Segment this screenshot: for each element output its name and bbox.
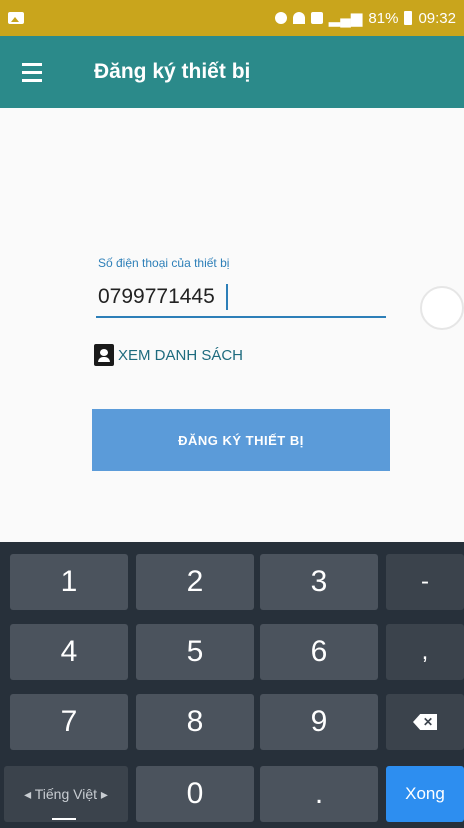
key-comma[interactable]: , [386, 624, 464, 680]
battery-percent: 81% [368, 9, 399, 27]
battery-icon [404, 11, 413, 25]
data-icon [310, 12, 323, 24]
view-contacts-label: XEM DANH SÁCH [118, 346, 244, 364]
status-bar: ▂▄▆ 81% 09:32 [0, 0, 464, 36]
text-cursor [226, 284, 228, 310]
register-device-button[interactable]: ĐĂNG KÝ THIẾT BỊ [92, 409, 390, 471]
clock: 09:32 [418, 9, 456, 27]
done-key[interactable]: Xong [386, 766, 464, 822]
menu-icon[interactable] [0, 36, 64, 108]
backspace-key[interactable]: ✕ [386, 694, 464, 750]
language-indicator [52, 818, 76, 820]
key-minus[interactable]: - [386, 554, 464, 610]
floating-circle-button[interactable] [420, 286, 464, 330]
wifi-icon [292, 12, 305, 24]
numeric-keyboard: 1 2 3 - 4 5 6 , 7 8 9 ✕ ◂ Tiếng Việt ▸ 0… [0, 542, 464, 828]
key-8[interactable]: 8 [136, 694, 254, 750]
view-contacts-link[interactable]: XEM DANH SÁCH [94, 344, 243, 366]
language-switch-key[interactable]: ◂ Tiếng Việt ▸ [4, 766, 128, 822]
page-title: Đăng ký thiết bị [94, 60, 251, 83]
key-6[interactable]: 6 [260, 624, 378, 680]
key-period[interactable]: . [260, 766, 378, 822]
contacts-icon [94, 344, 114, 366]
gallery-notification-icon [8, 12, 24, 24]
key-7[interactable]: 7 [10, 694, 128, 750]
phone-field-label: Số điện thoại của thiết bị [98, 256, 230, 270]
key-1[interactable]: 1 [10, 554, 128, 610]
app-bar: Đăng ký thiết bị [0, 36, 464, 108]
key-4[interactable]: 4 [10, 624, 128, 680]
key-0[interactable]: 0 [136, 766, 254, 822]
key-5[interactable]: 5 [136, 624, 254, 680]
key-3[interactable]: 3 [260, 554, 378, 610]
phone-number-input[interactable] [96, 278, 386, 318]
backspace-icon: ✕ [413, 714, 437, 730]
alarm-icon [274, 12, 287, 24]
signal-icon: ▂▄▆ [328, 10, 363, 27]
key-2[interactable]: 2 [136, 554, 254, 610]
key-9[interactable]: 9 [260, 694, 378, 750]
